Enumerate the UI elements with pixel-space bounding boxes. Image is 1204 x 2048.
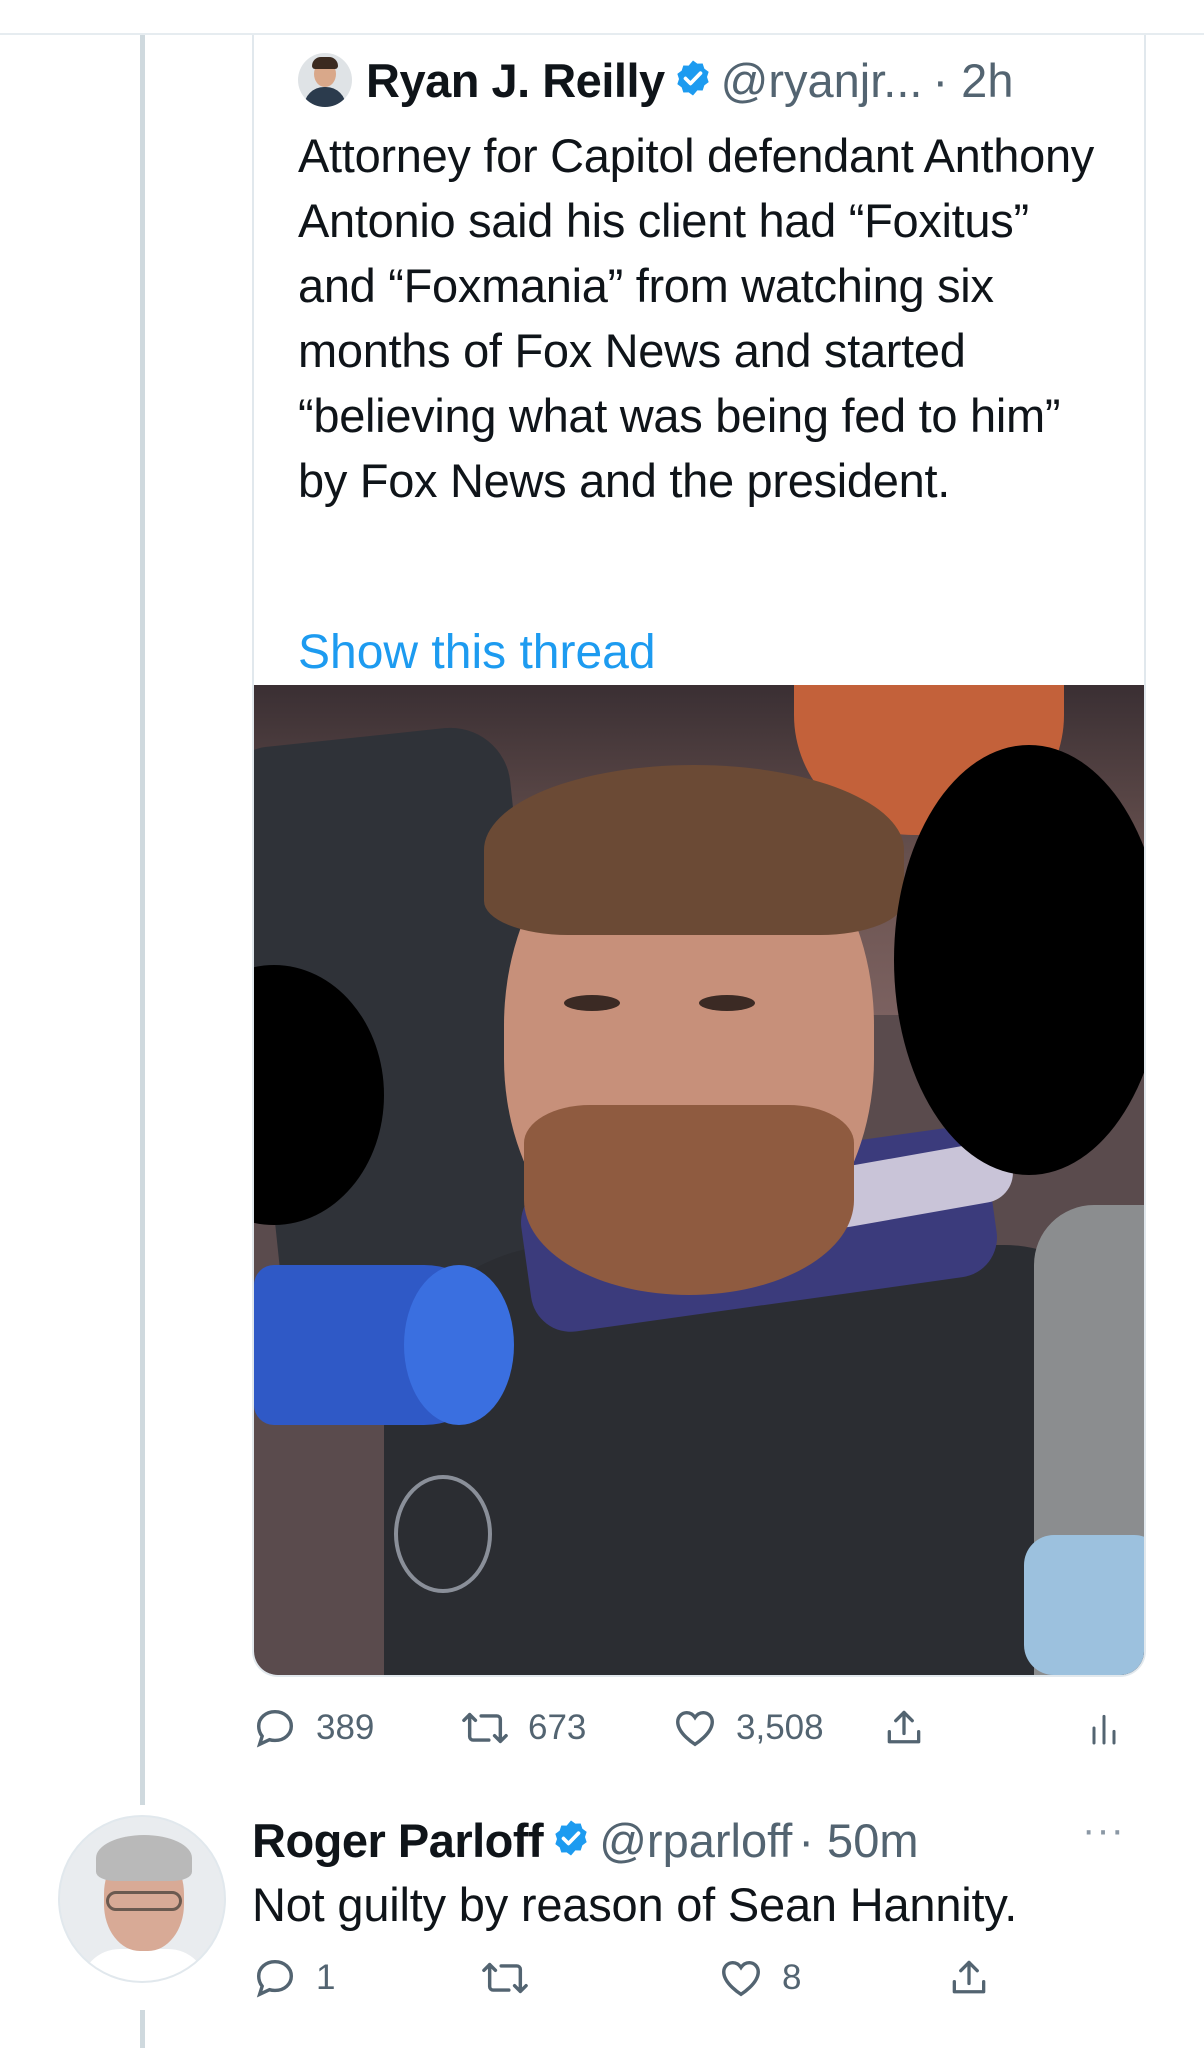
verified-badge-icon bbox=[551, 1818, 591, 1863]
quoted-author-handle[interactable]: @ryanjr... bbox=[721, 53, 923, 108]
reply-icon bbox=[256, 1709, 294, 1748]
retweet-button[interactable] bbox=[480, 1955, 548, 2001]
like-button[interactable]: 3,508 bbox=[672, 1705, 824, 1751]
reply-button[interactable]: 1 bbox=[252, 1955, 335, 2001]
reply-author-handle[interactable]: @rparloff bbox=[599, 1813, 792, 1868]
tweet-photo[interactable] bbox=[254, 685, 1144, 1675]
share-icon bbox=[887, 1710, 921, 1744]
like-count: 3,508 bbox=[736, 1708, 824, 1747]
heart-icon bbox=[722, 1960, 760, 1997]
analytics-button[interactable] bbox=[1084, 1705, 1142, 1751]
thread-connector-line-lower bbox=[140, 2010, 145, 2048]
reply-count: 1 bbox=[316, 1958, 336, 1997]
retweet-icon bbox=[482, 1962, 528, 1994]
quoted-author-name[interactable]: Ryan J. Reilly bbox=[366, 53, 665, 108]
quoted-tweet-text: Attorney for Capitol defendant Anthony A… bbox=[298, 129, 1094, 507]
analytics-icon bbox=[1092, 1714, 1116, 1745]
quoted-author-avatar[interactable] bbox=[298, 53, 352, 107]
reply-tweet-text: Not guilty by reason of Sean Hannity. bbox=[252, 1878, 1018, 1931]
retweet-icon bbox=[462, 1712, 508, 1744]
reply-icon bbox=[256, 1959, 294, 1998]
reply-tweet-header: Roger Parloff @rparloff · 50m bbox=[252, 1808, 918, 1872]
reply-author-name[interactable]: Roger Parloff bbox=[252, 1813, 544, 1868]
reply-author-avatar[interactable] bbox=[58, 1815, 226, 1983]
reply-count: 389 bbox=[316, 1708, 375, 1747]
reply-button[interactable]: 389 bbox=[252, 1705, 374, 1751]
like-count: 8 bbox=[782, 1958, 802, 1997]
like-button[interactable]: 8 bbox=[718, 1955, 801, 2001]
share-button[interactable] bbox=[947, 1955, 1009, 2001]
quoted-tweet-header: Ryan J. Reilly @ryanjr... · 2h bbox=[298, 45, 1013, 115]
retweet-button[interactable]: 673 bbox=[460, 1705, 586, 1751]
quoted-tweet-card[interactable]: Ryan J. Reilly @ryanjr... · 2h Attorney … bbox=[252, 35, 1146, 1677]
share-icon bbox=[952, 1960, 986, 1994]
share-button[interactable] bbox=[882, 1705, 944, 1751]
reply-tweet-timestamp[interactable]: · 50m bbox=[798, 1813, 918, 1868]
retweet-count: 673 bbox=[528, 1708, 587, 1747]
quoted-tweet-timestamp[interactable]: · 2h bbox=[932, 53, 1013, 108]
show-thread-link[interactable]: Show this thread bbox=[298, 625, 656, 680]
thread-connector-line bbox=[140, 35, 145, 1805]
redaction-circle-right bbox=[894, 745, 1144, 1175]
heart-icon bbox=[676, 1710, 714, 1747]
more-options-icon[interactable]: ··· bbox=[1082, 1808, 1125, 1853]
verified-badge-icon bbox=[673, 58, 713, 103]
